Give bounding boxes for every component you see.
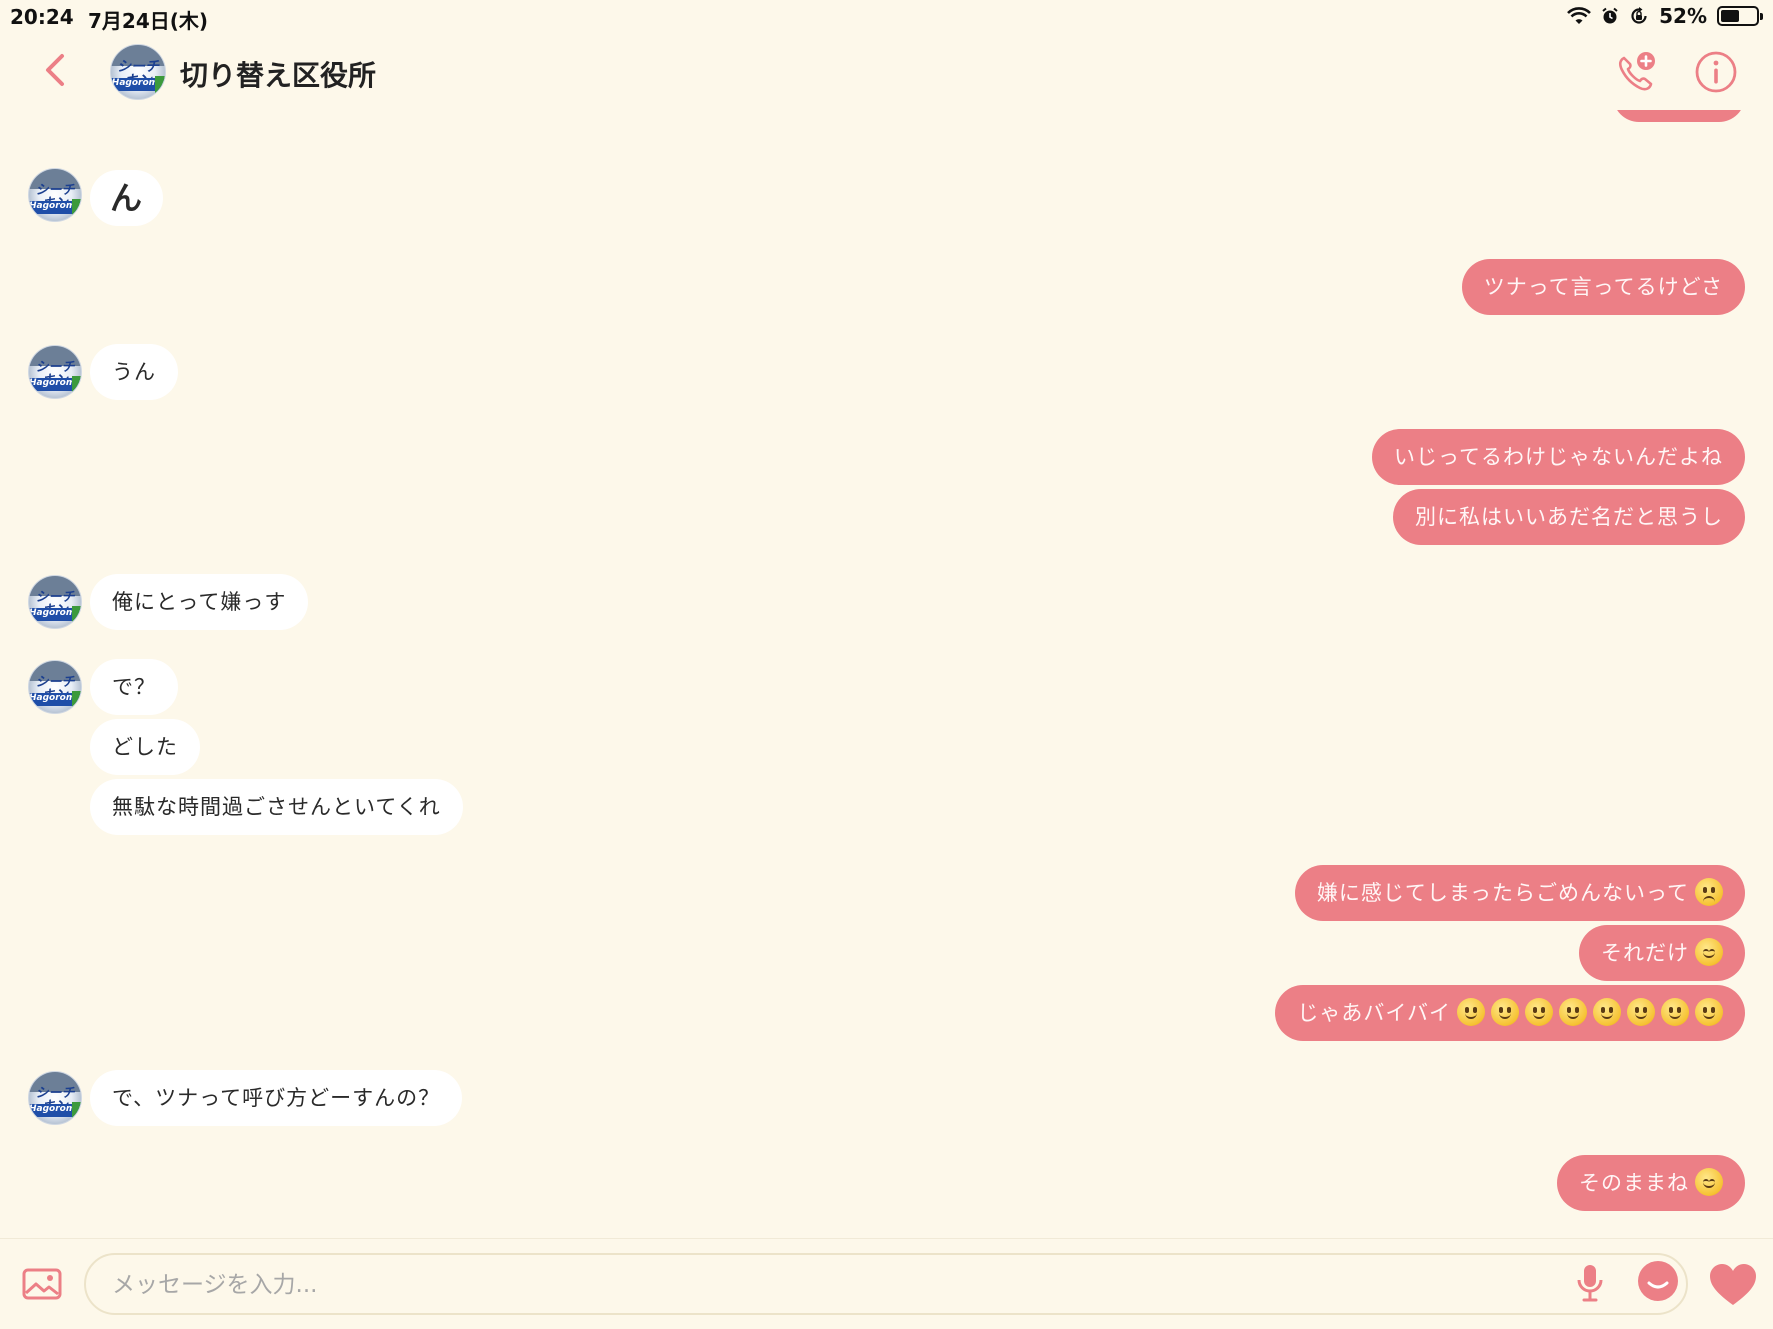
- message-text: ツナって言ってるけどさ: [1483, 275, 1723, 299]
- status-indicators: 52%: [1567, 4, 1763, 28]
- smile-emoji-icon: [1593, 998, 1621, 1026]
- incoming-message[interactable]: で？: [90, 659, 178, 715]
- add-call-button[interactable]: [1614, 50, 1658, 94]
- message-text: ん: [110, 179, 144, 217]
- battery-percent: 52%: [1659, 4, 1707, 28]
- relieved-face-emoji-icon: [1695, 938, 1723, 966]
- message-text: 別に私はいいあだ名だと思うし: [1415, 505, 1723, 529]
- sender-avatar[interactable]: シーチキンHagoromo: [28, 660, 82, 714]
- message-text: で？: [112, 675, 156, 699]
- microphone-icon: [1577, 1265, 1603, 1302]
- heart-icon: [1710, 1264, 1756, 1305]
- image-icon: [22, 1268, 62, 1300]
- smile-emoji-icon: [1559, 998, 1587, 1026]
- voice-input-button[interactable]: [1576, 1263, 1604, 1303]
- message-text: 嫌に感じてしまったらごめんないって: [1316, 881, 1689, 905]
- smile-emoji-icon: [1457, 998, 1485, 1026]
- sender-avatar[interactable]: シーチキンHagoromo: [28, 1071, 82, 1125]
- smile-emoji-icon: [1661, 998, 1689, 1026]
- incoming-message[interactable]: 無駄な時間過ごさせんといてくれ: [90, 779, 463, 835]
- info-button[interactable]: [1694, 50, 1738, 94]
- sender-avatar[interactable]: シーチキンHagoromo: [28, 168, 82, 222]
- smile-emoji-icon: [1491, 998, 1519, 1026]
- incoming-message[interactable]: 俺にとって嫌っす: [90, 574, 309, 630]
- outgoing-message[interactable]: そのままね: [1557, 1155, 1745, 1211]
- back-button[interactable]: [38, 50, 74, 90]
- image-button[interactable]: [22, 1267, 62, 1301]
- outgoing-message[interactable]: それだけ: [1579, 925, 1745, 981]
- sad-face-emoji-icon: [1695, 878, 1723, 906]
- chat-header: シーチキン Hagoromo 切り替え区役所: [0, 36, 1773, 110]
- incoming-message[interactable]: うん: [90, 344, 178, 400]
- message-composer: [0, 1238, 1773, 1329]
- battery-icon: [1717, 6, 1763, 26]
- message-input-container[interactable]: [84, 1253, 1688, 1315]
- alarm-icon: [1602, 7, 1618, 24]
- message-text: うん: [112, 360, 156, 384]
- wifi-icon: [1567, 7, 1592, 24]
- incoming-message[interactable]: ん: [90, 170, 164, 226]
- outgoing-message[interactable]: じゃあバイバイ: [1275, 985, 1745, 1041]
- message-text: じゃあバイバイ: [1297, 1001, 1451, 1025]
- smile-emoji-icon: [1695, 998, 1723, 1026]
- sender-avatar[interactable]: シーチキンHagoromo: [28, 345, 82, 399]
- status-time: 20:24: [10, 5, 74, 29]
- message-input[interactable]: [112, 1267, 1532, 1303]
- phone-add-icon: [1618, 52, 1655, 91]
- message-text: で、ツナって呼び方どーすんの？: [112, 1086, 441, 1110]
- chat-screen: 20:24 7月24日(木) 52% シーチ Hagoromo 切り替え区役所 …: [0, 0, 1773, 1329]
- relieved-face-emoji-icon: [1695, 1168, 1723, 1196]
- header-avatar[interactable]: シーチキン Hagoromo: [110, 44, 166, 100]
- message-text: 無駄な時間過ごさせんといてくれ: [112, 795, 441, 819]
- like-button[interactable]: [1708, 1263, 1758, 1307]
- message-text: それだけ: [1601, 941, 1689, 965]
- sticker-smile-icon: [1638, 1261, 1678, 1301]
- sender-avatar[interactable]: シーチキンHagoromo: [28, 575, 82, 629]
- outgoing-message[interactable]: 嫌に感じてしまったらごめんないって: [1294, 865, 1745, 921]
- orientation-lock-icon: [1631, 7, 1647, 24]
- smile-emoji-icon: [1525, 998, 1553, 1026]
- incoming-message[interactable]: で、ツナって呼び方どーすんの？: [90, 1070, 463, 1126]
- outgoing-message[interactable]: ツナって言ってるけどさ: [1461, 259, 1745, 315]
- outgoing-message[interactable]: いじってるわけじゃないんだよね: [1372, 429, 1745, 485]
- message-text: 俺にとって嫌っす: [112, 590, 287, 614]
- chat-title[interactable]: 切り替え区役所: [180, 54, 376, 94]
- message-text: いじってるわけじゃないんだよね: [1394, 445, 1723, 469]
- status-date: 7月24日(木): [88, 9, 209, 33]
- message-text: そのままね: [1579, 1171, 1689, 1195]
- outgoing-message[interactable]: 別に私はいいあだ名だと思うし: [1393, 489, 1745, 545]
- sticker-button[interactable]: [1636, 1259, 1680, 1303]
- smile-emoji-icon: [1627, 998, 1655, 1026]
- info-circle-icon: [1695, 51, 1737, 93]
- chevron-left-icon: [46, 54, 64, 86]
- message-text: どした: [112, 735, 178, 759]
- status-bar: 20:24 7月24日(木) 52%: [0, 0, 1773, 36]
- incoming-message[interactable]: どした: [90, 719, 200, 775]
